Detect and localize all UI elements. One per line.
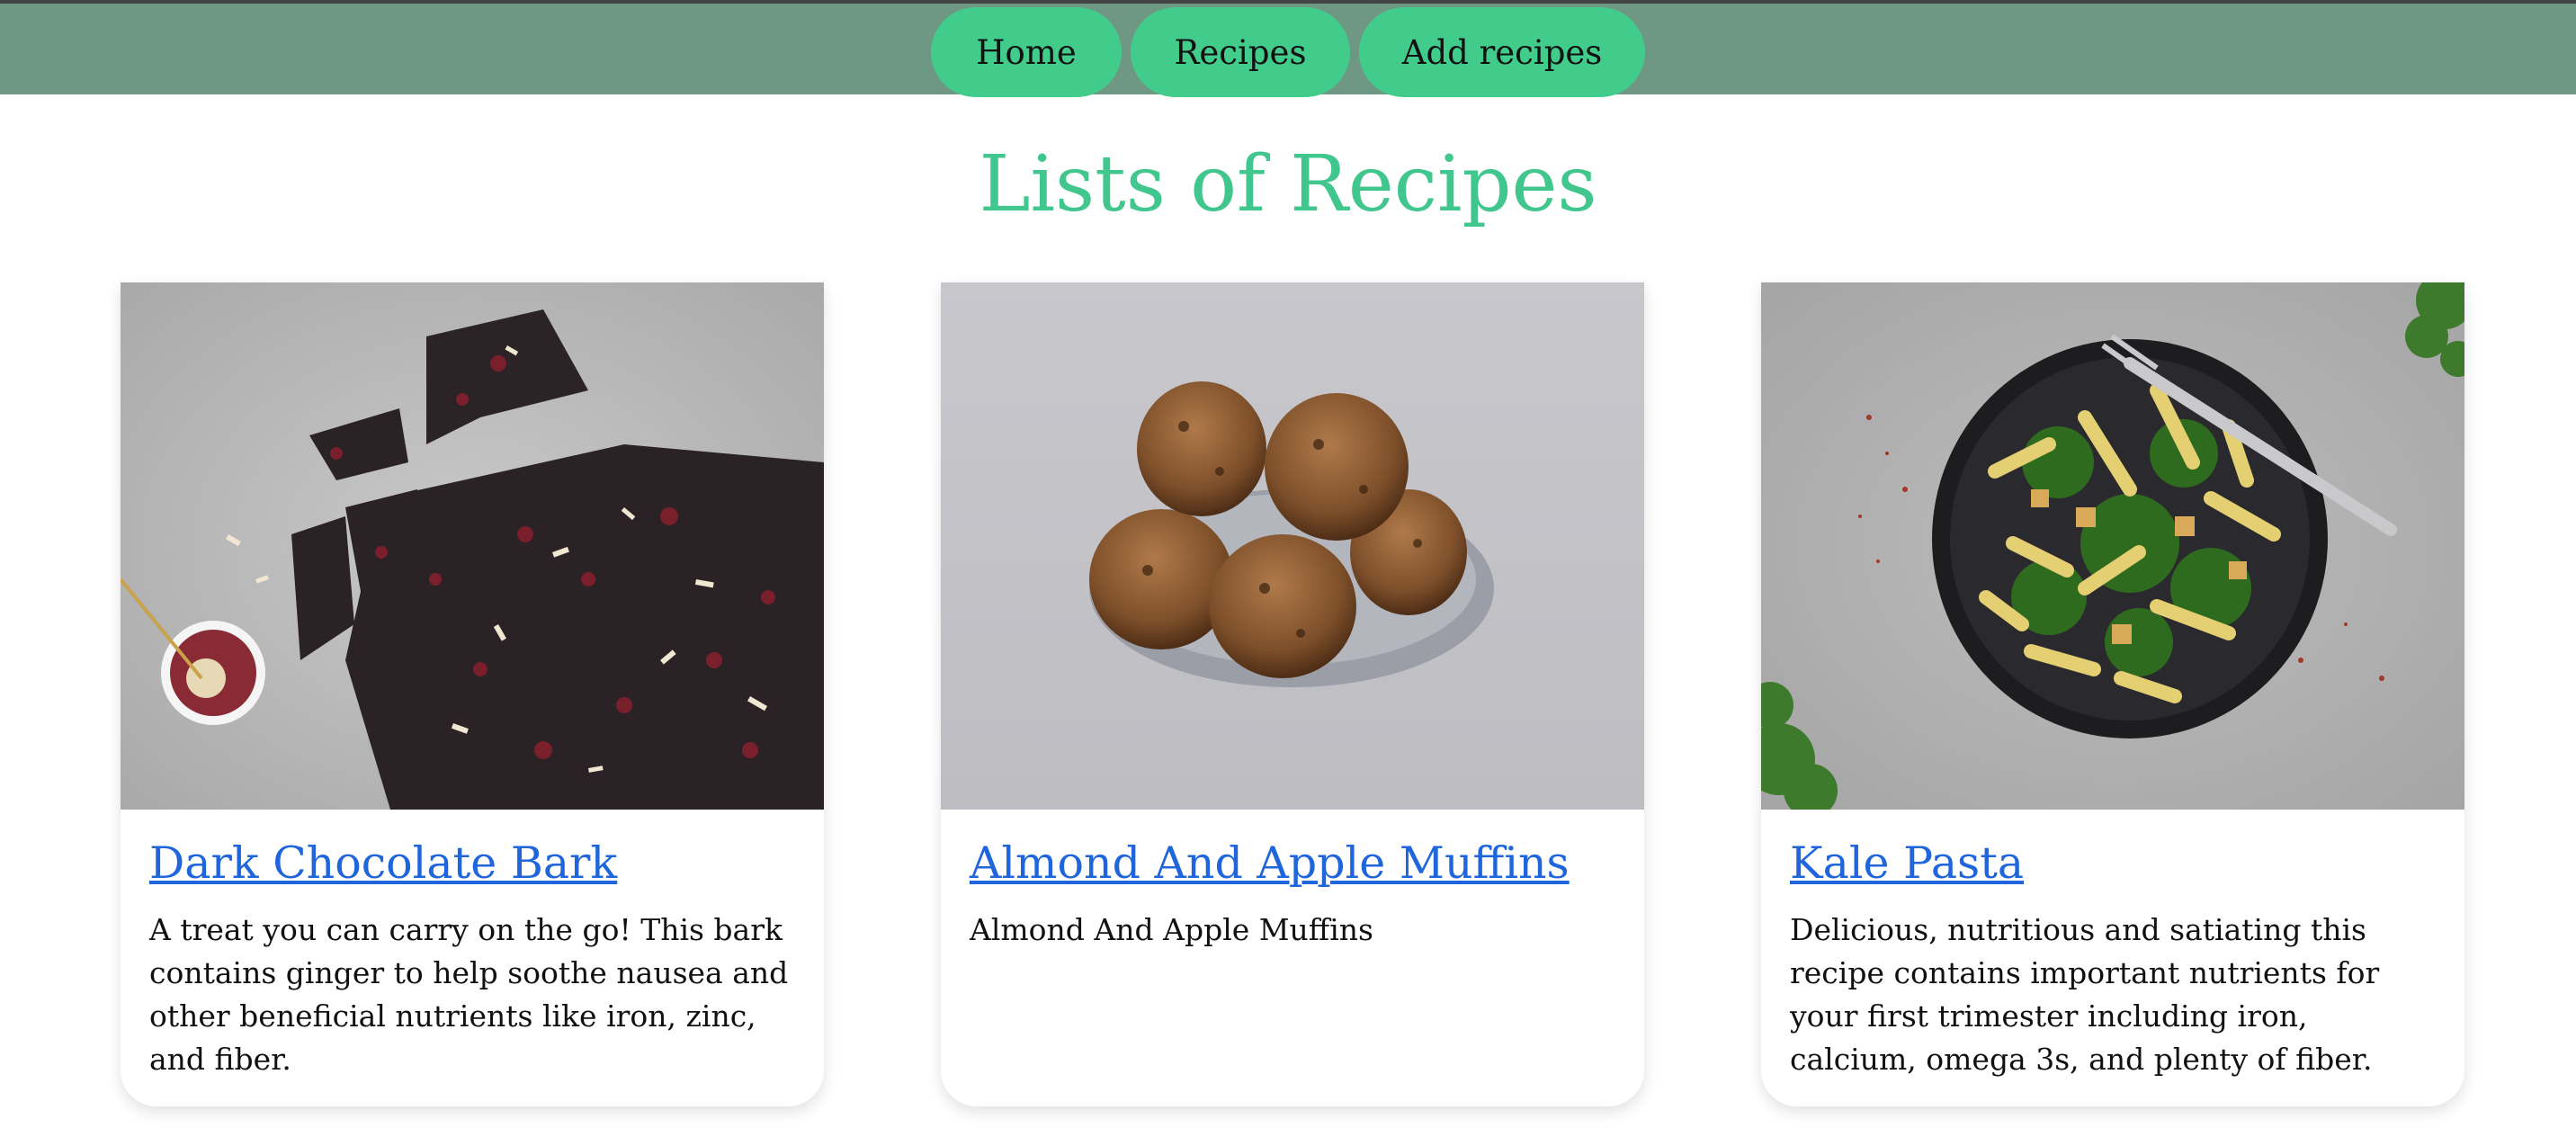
page-title: Lists of Recipes — [979, 139, 1597, 229]
nav-recipes-button[interactable]: Recipes — [1131, 7, 1350, 97]
recipe-card: Kale Pasta Delicious, nutritious and sat… — [1761, 282, 2464, 1106]
recipe-card: Almond And Apple Muffins Almond And Appl… — [941, 282, 1644, 1106]
nav-menu: Home Recipes Add recipes — [0, 7, 2576, 97]
top-navigation-bar: Home Recipes Add recipes — [0, 0, 2576, 97]
recipe-description: Almond And Apple Muffins — [970, 912, 1373, 947]
recipe-title-link[interactable]: Almond And Apple Muffins — [970, 835, 1570, 892]
nav-home-button[interactable]: Home — [931, 7, 1122, 97]
recipe-image-dark-chocolate-bark — [121, 282, 824, 810]
recipe-card: Dark Chocolate Bark A treat you can carr… — [121, 282, 824, 1106]
recipe-description: Delicious, nutritious and satiating this… — [1790, 912, 2380, 1077]
recipe-description: A treat you can carry on the go! This ba… — [149, 912, 789, 1077]
recipe-title-link[interactable]: Kale Pasta — [1790, 835, 2024, 892]
recipe-title-link[interactable]: Dark Chocolate Bark — [149, 835, 617, 892]
recipe-image-kale-pasta — [1761, 282, 2464, 810]
nav-add-recipes-button[interactable]: Add recipes — [1359, 7, 1645, 97]
recipe-image-almond-apple-muffins — [941, 282, 1644, 810]
